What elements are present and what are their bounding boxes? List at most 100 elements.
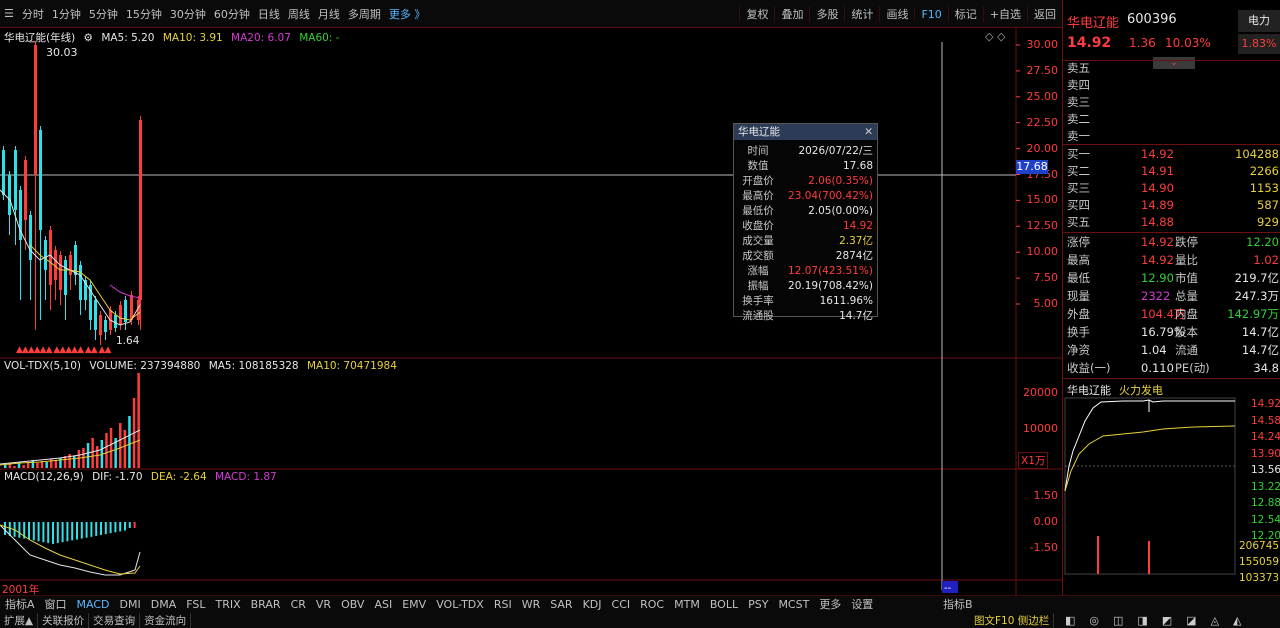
indicator-tab[interactable]: ROC: [635, 598, 669, 611]
tooltip-title: 华电辽能: [738, 126, 780, 138]
stat-value-2: 247.3万: [1234, 289, 1279, 303]
candle-body: [130, 295, 133, 320]
status-expand[interactable]: 扩展▲: [0, 612, 39, 628]
bid-volume: 1153: [1249, 181, 1279, 195]
indicator-tab[interactable]: SAR: [545, 598, 577, 611]
indicator-tab[interactable]: VR: [311, 598, 336, 611]
status-trade-query[interactable]: 交易查询: [89, 612, 141, 628]
indicator-tab[interactable]: CR: [286, 598, 311, 611]
candle-body: [114, 315, 117, 328]
bid-price: 14.88: [1141, 215, 1174, 229]
indicator-tab[interactable]: 窗口: [40, 596, 72, 612]
indicator-tab[interactable]: EMV: [397, 598, 431, 611]
stock-name[interactable]: 华电辽能: [1067, 12, 1119, 31]
indicator-tab[interactable]: MTM: [669, 598, 705, 611]
last-price: 14.92: [1067, 35, 1112, 51]
mini-volume-tick: 103373: [1239, 572, 1280, 584]
indicator-tab[interactable]: BRAR: [246, 598, 286, 611]
bid-row[interactable]: 买三 14.90 1153: [1063, 180, 1280, 197]
indicator-tab[interactable]: PSY: [743, 598, 773, 611]
indicator-tab[interactable]: CCI: [607, 598, 636, 611]
ask-row[interactable]: 卖四: [1063, 77, 1280, 94]
candle-body: [94, 300, 97, 330]
status-icon-row[interactable]: ◧◎◫◨◩◪◬◭: [1065, 614, 1255, 627]
ask-row[interactable]: 卖二: [1063, 111, 1280, 128]
bid-row[interactable]: 买二 14.91 2266: [1063, 163, 1280, 180]
macd-bar: [28, 522, 30, 540]
bid-row[interactable]: 买一 14.92 104288: [1063, 146, 1280, 163]
macd-bar: [85, 522, 88, 538]
candle-body: [39, 130, 42, 230]
macd-tick-neg-1-50: -1.50: [1029, 541, 1058, 554]
indicator-tab[interactable]: VOL-TDX: [431, 598, 489, 611]
volume-bar: [4, 465, 7, 468]
macd-tick-0: 0.00: [1033, 515, 1059, 528]
indicator-tab[interactable]: 指标A: [0, 596, 40, 612]
status-f10-sidebar[interactable]: 图文F10 侧边栏: [970, 612, 1055, 628]
indicator-tab[interactable]: FSL: [181, 598, 210, 611]
status-fund-flow[interactable]: 资金流向: [140, 612, 192, 628]
macd-value-label: MACD: 1.87: [215, 471, 277, 483]
indicator-tab[interactable]: 更多: [814, 596, 846, 612]
stat-key-2: 总量: [1175, 289, 1198, 303]
macd-bar: [71, 522, 74, 541]
ask-row[interactable]: 卖五: [1063, 60, 1280, 77]
indicator-b-tab[interactable]: 指标B: [938, 596, 978, 612]
stat-key-2: 量比: [1175, 253, 1198, 267]
macd-bar: [114, 522, 117, 533]
stat-value: 0.110: [1141, 361, 1174, 375]
volume-value-label: VOLUME: 237394880: [89, 360, 201, 372]
indicator-tab[interactable]: TRIX: [210, 598, 245, 611]
mini-price-tick: 12.88: [1251, 497, 1280, 509]
tooltip-value: 2874亿: [835, 250, 873, 262]
candle-info-tooltip: 华电辽能 ✕ 时间 2026/07/22/三 数值 17.68 开盘价 2.06(0.35…: [733, 123, 878, 322]
mini-price-tick: 13.56: [1251, 464, 1280, 476]
bid-row[interactable]: 买四 14.89 587: [1063, 197, 1280, 214]
candle-body: [139, 120, 142, 300]
stat-key: 最低: [1067, 271, 1090, 285]
macd-bar: [128, 522, 131, 528]
macd-bar: [56, 522, 59, 544]
volume-bar: [45, 462, 48, 468]
ask-row[interactable]: 卖一: [1063, 128, 1280, 145]
chart-canvas: --: [0, 28, 1062, 600]
tooltip-key: 时间: [747, 145, 769, 157]
mini-price-tick: 14.24: [1251, 431, 1280, 443]
indicator-tab[interactable]: MACD: [72, 598, 115, 611]
candle-body: [104, 320, 107, 332]
stat-value: 14.92: [1141, 235, 1174, 249]
indicator-tab[interactable]: KDJ: [578, 598, 607, 611]
macd-bar: [119, 522, 122, 532]
indicator-tab[interactable]: OBV: [336, 598, 369, 611]
sector-badge[interactable]: 电力: [1238, 10, 1280, 32]
indicator-tab[interactable]: 设置: [846, 596, 878, 612]
crosshair-price-tag: 17.68: [1016, 160, 1048, 174]
volume-unit-label: X1万: [1018, 452, 1049, 469]
tooltip-key: 最高价: [742, 190, 774, 202]
tooltip-row: 振幅 20.19(708.42%): [734, 279, 877, 294]
indicator-tab[interactable]: MCST: [773, 598, 814, 611]
stat-row: 最高 14.92 量比 1.02: [1063, 252, 1280, 269]
indicator-tab[interactable]: RSI: [489, 598, 517, 611]
stat-value-2: 219.7亿: [1234, 271, 1279, 285]
candle-body: [59, 255, 62, 290]
stat-value: 14.92: [1141, 253, 1174, 267]
stat-value: 1.04: [1141, 343, 1167, 357]
macd-bar: [95, 522, 98, 536]
low-price-label: 1.64: [116, 335, 140, 347]
volume-bar: [54, 460, 58, 468]
ask-row[interactable]: 卖三: [1063, 94, 1280, 111]
macd-bar: [124, 522, 126, 531]
indicator-tab[interactable]: DMI: [115, 598, 146, 611]
indicator-tab[interactable]: DMA: [146, 598, 182, 611]
status-related-quote[interactable]: 关联报价: [38, 612, 90, 628]
price-change-pct: 10.03%: [1165, 36, 1211, 50]
close-icon[interactable]: ✕: [864, 124, 873, 140]
stat-key: 外盘: [1067, 307, 1090, 321]
bid-row[interactable]: 买五 14.88 929: [1063, 214, 1280, 231]
indicator-tab[interactable]: BOLL: [705, 598, 743, 611]
indicator-tab[interactable]: WR: [517, 598, 546, 611]
indicator-tab[interactable]: ASI: [369, 598, 397, 611]
tooltip-row: 最高价 23.04(700.42%): [734, 189, 877, 204]
tooltip-key: 成交量: [742, 235, 774, 247]
